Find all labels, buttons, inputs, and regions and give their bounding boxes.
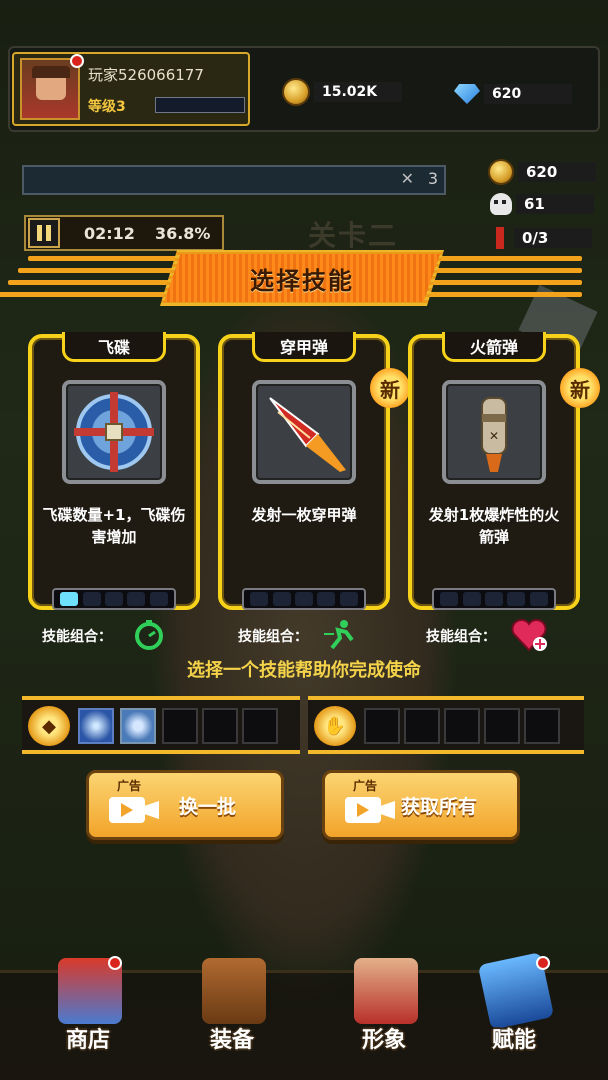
- gem-amount: 620: [484, 84, 572, 104]
- combo-label: 技能组合：: [426, 629, 496, 645]
- skill-card-name: 火箭弹: [442, 332, 546, 362]
- nav-equipment[interactable]: 装备: [172, 950, 292, 1070]
- side-flag-stat: 0/3: [488, 226, 598, 250]
- skill-select-banner: 选择技能: [160, 250, 444, 306]
- nav-shop[interactable]: 商店: [28, 950, 148, 1070]
- nav-appearance[interactable]: 形象: [324, 950, 444, 1070]
- passive-skill-badge-icon: ✋: [314, 706, 356, 746]
- combo-label: 技能组合：: [42, 629, 112, 645]
- nav-label: 装备: [209, 1028, 254, 1053]
- nav-label: 赋能: [491, 1028, 536, 1053]
- skull-icon: [490, 193, 512, 215]
- character-icon: [354, 958, 418, 1024]
- notification-dot-icon: [70, 54, 84, 68]
- combo-label: 技能组合：: [238, 629, 308, 645]
- skill-card-ufo[interactable]: 飞碟 飞碟数量+1，飞碟伤害增加: [28, 332, 200, 610]
- gem-icon: [454, 84, 480, 104]
- banner-stripes-right: [402, 256, 582, 302]
- stage-progress: 36.8%: [154, 223, 211, 243]
- passive-skill-bar: ✋: [308, 696, 584, 754]
- skill-slot-empty: [242, 708, 278, 744]
- gold-coin-icon: [282, 78, 310, 106]
- running-speed-icon: [322, 618, 360, 652]
- skill-slot-ufo[interactable]: [120, 708, 156, 744]
- skill-slot-empty: [364, 708, 400, 744]
- get-all-label: 获取所有: [401, 795, 478, 818]
- new-badge: 新: [370, 368, 410, 408]
- timer-panel: 02:12 36.8%: [24, 215, 224, 251]
- refresh-label: 换一批: [179, 795, 237, 818]
- ufo-skill-icon: [62, 380, 166, 484]
- skill-slot-empty: [202, 708, 238, 744]
- rocket-shell-icon: ✕: [442, 380, 546, 484]
- wave-progress-bar: ✕ 3: [22, 165, 446, 195]
- wave-count: 3: [427, 169, 438, 188]
- player-avatar[interactable]: [20, 58, 80, 120]
- running-man-icon: ✕: [400, 169, 414, 188]
- skill-card-description: 发射1枚爆炸性的火箭弹: [428, 506, 560, 546]
- skill-select-title: 选择技能: [250, 266, 354, 295]
- skill-level-slots: [242, 588, 366, 610]
- banner-stripes-left: [0, 256, 178, 302]
- flag-icon: [496, 227, 504, 249]
- side-gold-stat: 620: [488, 159, 598, 185]
- skill-slot-empty: [484, 708, 520, 744]
- gold-currency[interactable]: 15.02K: [282, 78, 402, 106]
- pause-button[interactable]: [28, 218, 60, 248]
- notification-dot-icon: [108, 956, 122, 970]
- skill-card-rocket[interactable]: 火箭弹 ✕ 新 发射1枚爆炸性的火箭弹: [408, 332, 600, 610]
- backpack-icon: [202, 958, 266, 1024]
- skill-slot-empty: [444, 708, 480, 744]
- skill-card-description: 发射一枚穿甲弹: [251, 506, 357, 524]
- side-gold-value: 620: [518, 162, 596, 182]
- skill-level-slots: [52, 588, 176, 610]
- nav-label: 形象: [361, 1028, 406, 1053]
- stage-title: 关卡二: [308, 219, 399, 252]
- ad-tag: 广告: [117, 779, 142, 793]
- skill-level-slots: [432, 588, 556, 610]
- nav-label: 商店: [65, 1028, 110, 1053]
- side-kill-value: 61: [516, 194, 594, 214]
- player-level: 等级3: [88, 99, 126, 115]
- get-all-skills-ad-button[interactable]: 广告 获取所有: [322, 770, 520, 840]
- side-kill-stat: 61: [488, 192, 598, 216]
- heart-plus-icon: [510, 618, 548, 652]
- skill-slot-empty: [162, 708, 198, 744]
- gold-amount: 15.02K: [314, 82, 402, 102]
- game-timer: 02:12: [84, 223, 135, 243]
- xp-bar: [155, 97, 245, 113]
- refresh-skills-ad-button[interactable]: 广告 换一批: [86, 770, 284, 840]
- nav-talent[interactable]: 赋能: [454, 950, 574, 1070]
- notification-dot-icon: [536, 956, 550, 970]
- skill-slot-empty: [524, 708, 560, 744]
- skill-card-name: 穿甲弹: [252, 332, 356, 362]
- skill-card-description: 飞碟数量+1，飞碟伤害增加: [42, 506, 186, 546]
- skill-card-armor-piercing[interactable]: 穿甲弹 新 发射一枚穿甲弹: [218, 332, 410, 610]
- gem-currency[interactable]: 620: [454, 82, 572, 106]
- skill-slot-blade[interactable]: [78, 708, 114, 744]
- side-flag-value: 0/3: [514, 228, 592, 248]
- skill-hint-text: 选择一个技能帮助你完成使命: [187, 660, 421, 681]
- skill-slot-empty: [404, 708, 440, 744]
- ad-tag: 广告: [353, 779, 378, 793]
- timer-refresh-icon: [130, 618, 168, 652]
- active-skill-badge-icon: ◆: [28, 706, 70, 746]
- gold-coin-icon: [488, 159, 514, 185]
- skill-card-name: 飞碟: [62, 332, 166, 362]
- active-skill-bar: ◆: [22, 696, 300, 754]
- svg-text:✕: ✕: [489, 429, 499, 443]
- armor-piercing-bullet-icon: [252, 380, 356, 484]
- new-badge: 新: [560, 368, 600, 408]
- player-name: 玩家526066177: [88, 66, 204, 84]
